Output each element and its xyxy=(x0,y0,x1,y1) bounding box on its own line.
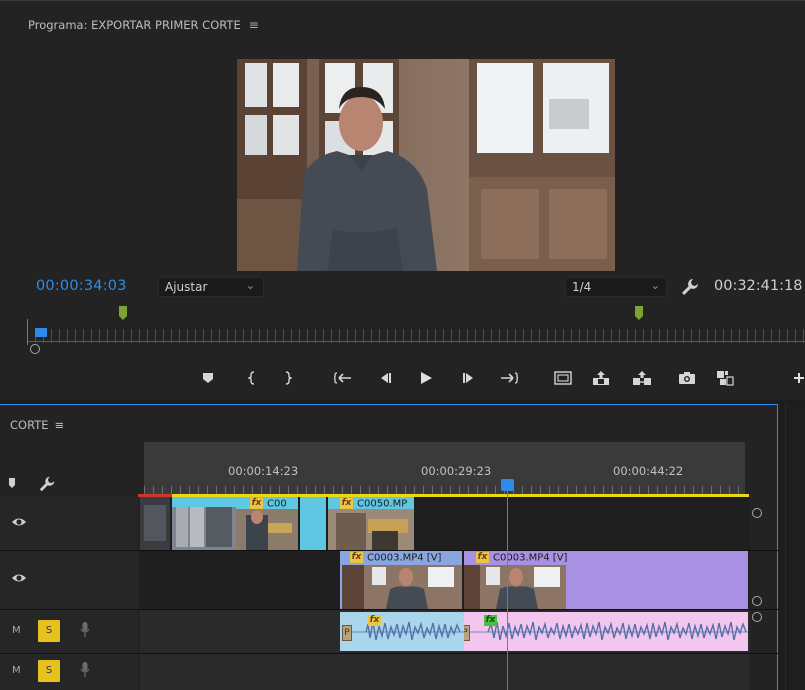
track-header-v1[interactable] xyxy=(0,551,138,609)
add-marker-icon xyxy=(203,373,213,383)
clip-name: C0050.MP xyxy=(357,498,408,510)
mute-track-button[interactable]: M xyxy=(12,625,21,636)
playback-resolution-value: 1/4 xyxy=(572,280,592,294)
timeline-title-text: CORTE xyxy=(10,418,49,432)
settings-wrench-icon[interactable] xyxy=(680,277,700,297)
go-to-out-button[interactable] xyxy=(498,367,520,389)
mark-out-icon xyxy=(285,371,292,385)
playback-resolution-select[interactable]: 1/4 ⌄ xyxy=(565,277,667,297)
fit-zoom-value: Ajustar xyxy=(165,280,208,294)
ruler-label: 00:00:14:23 xyxy=(228,464,299,478)
audio-clip[interactable]: fx P xyxy=(340,612,464,651)
fx-icon: fx xyxy=(340,498,353,509)
go-to-in-button[interactable] xyxy=(332,367,354,389)
ruler-label: 00:00:44:22 xyxy=(613,464,684,478)
fx-icon: fx xyxy=(350,552,363,563)
step-back-button[interactable] xyxy=(376,367,394,389)
export-frame-button[interactable] xyxy=(676,367,698,389)
current-timecode[interactable]: 00:00:34:03 xyxy=(36,278,127,294)
video-clip[interactable] xyxy=(300,497,326,550)
zoom-scroll-handle[interactable] xyxy=(30,344,40,354)
program-video-frame[interactable] xyxy=(237,59,615,271)
video-clip[interactable]: fx C0003.MP4 [V] xyxy=(340,551,462,609)
time-ruler[interactable]: 00:00:14:23 00:00:29:23 00:00:44:22 xyxy=(144,442,745,496)
clip-marker[interactable] xyxy=(635,306,643,320)
fx-icon: fx xyxy=(250,498,263,509)
solo-track-button[interactable]: S xyxy=(38,620,60,642)
step-back-icon xyxy=(381,373,391,383)
toggle-track-output-eye-icon[interactable] xyxy=(11,572,27,584)
mark-in-icon xyxy=(248,371,255,385)
add-marker-button[interactable] xyxy=(198,367,218,389)
timeline-settings-wrench-icon[interactable] xyxy=(38,475,56,493)
program-monitor-panel: Programa: EXPORTAR PRIMER CORTE ≡ 00:00:… xyxy=(0,0,805,400)
panel-menu-icon[interactable]: ≡ xyxy=(55,418,65,432)
program-monitor-title[interactable]: Programa: EXPORTAR PRIMER CORTE ≡ xyxy=(28,18,259,32)
vertical-scroll-handle[interactable] xyxy=(752,612,762,622)
extract-button[interactable] xyxy=(630,367,654,389)
vertical-scroll-handle[interactable] xyxy=(752,596,762,606)
safe-margins-icon xyxy=(554,371,572,385)
adjacent-panel-edge xyxy=(785,404,805,690)
mute-track-button[interactable]: M xyxy=(12,665,21,676)
track-a2-area[interactable] xyxy=(140,654,750,690)
step-forward-icon xyxy=(463,373,473,383)
solo-track-button[interactable]: S xyxy=(38,660,60,682)
button-editor-icon xyxy=(717,371,734,386)
chevron-down-icon: ⌄ xyxy=(650,279,660,292)
duration-timecode: 00:32:41:18 xyxy=(714,278,803,294)
add-marker-icon[interactable] xyxy=(8,477,16,489)
go-to-in-icon xyxy=(334,372,351,384)
go-to-out-icon xyxy=(501,372,518,384)
scrub-start-line xyxy=(27,319,28,345)
fx-icon: fx xyxy=(476,552,489,563)
clip-name: C00 xyxy=(267,498,287,510)
timeline-panel: CORTE ≡ 00:00:14:23 00:00:29:23 00:00:44:… xyxy=(0,404,778,690)
vertical-scroll-handle[interactable] xyxy=(752,508,762,518)
ruler-label: 00:00:29:23 xyxy=(421,464,492,478)
timeline-tab[interactable]: CORTE ≡ xyxy=(10,418,64,432)
chevron-down-icon: ⌄ xyxy=(245,279,255,292)
video-clip-thumbnail-strip[interactable] xyxy=(140,497,170,550)
clip-name: C0003.MP4 [V] xyxy=(367,552,442,564)
track-header-a1[interactable]: M S xyxy=(0,610,138,653)
video-clip[interactable]: fx C0050.MP xyxy=(328,497,414,550)
track-header-a2[interactable]: M S xyxy=(0,654,138,690)
panel-menu-icon[interactable]: ≡ xyxy=(249,18,259,32)
clip-marker[interactable] xyxy=(119,306,127,320)
step-forward-button[interactable] xyxy=(460,367,478,389)
mark-out-button[interactable] xyxy=(280,367,296,389)
voice-over-record-icon[interactable] xyxy=(80,622,90,638)
export-frame-icon xyxy=(679,372,695,384)
keyframe-label[interactable]: P xyxy=(342,625,352,641)
video-clip[interactable]: fx C00 xyxy=(236,497,298,550)
ruler-ticks xyxy=(144,486,745,494)
track-header-v2[interactable] xyxy=(0,497,138,550)
video-clip[interactable] xyxy=(172,497,236,550)
fx-icon: fx xyxy=(368,615,381,626)
clip-name: C0003.MP4 [V] xyxy=(493,552,568,564)
keyframe-label[interactable]: P xyxy=(464,625,470,641)
play-icon xyxy=(421,372,432,384)
button-editor-button[interactable] xyxy=(714,367,736,389)
add-button[interactable] xyxy=(792,367,805,389)
program-monitor-title-text: Programa: EXPORTAR PRIMER CORTE xyxy=(28,18,241,32)
extract-icon xyxy=(633,371,651,385)
timeline-playhead-line xyxy=(507,491,508,690)
lift-icon xyxy=(593,371,609,385)
toggle-track-output-eye-icon[interactable] xyxy=(11,516,27,528)
lift-button[interactable] xyxy=(590,367,612,389)
fx-icon: fx xyxy=(484,615,497,626)
safe-margins-button[interactable] xyxy=(552,367,574,389)
play-button[interactable] xyxy=(416,367,436,389)
voice-over-record-icon[interactable] xyxy=(80,662,90,678)
playhead-handle[interactable] xyxy=(35,328,47,337)
mark-in-button[interactable] xyxy=(244,367,260,389)
timeline-playhead[interactable] xyxy=(501,479,514,491)
add-icon xyxy=(793,373,804,383)
playhead-scrub-bar[interactable] xyxy=(27,319,805,345)
scrub-baseline xyxy=(27,341,805,342)
fit-zoom-select[interactable]: Ajustar ⌄ xyxy=(158,277,264,297)
video-frame-image xyxy=(237,59,615,271)
